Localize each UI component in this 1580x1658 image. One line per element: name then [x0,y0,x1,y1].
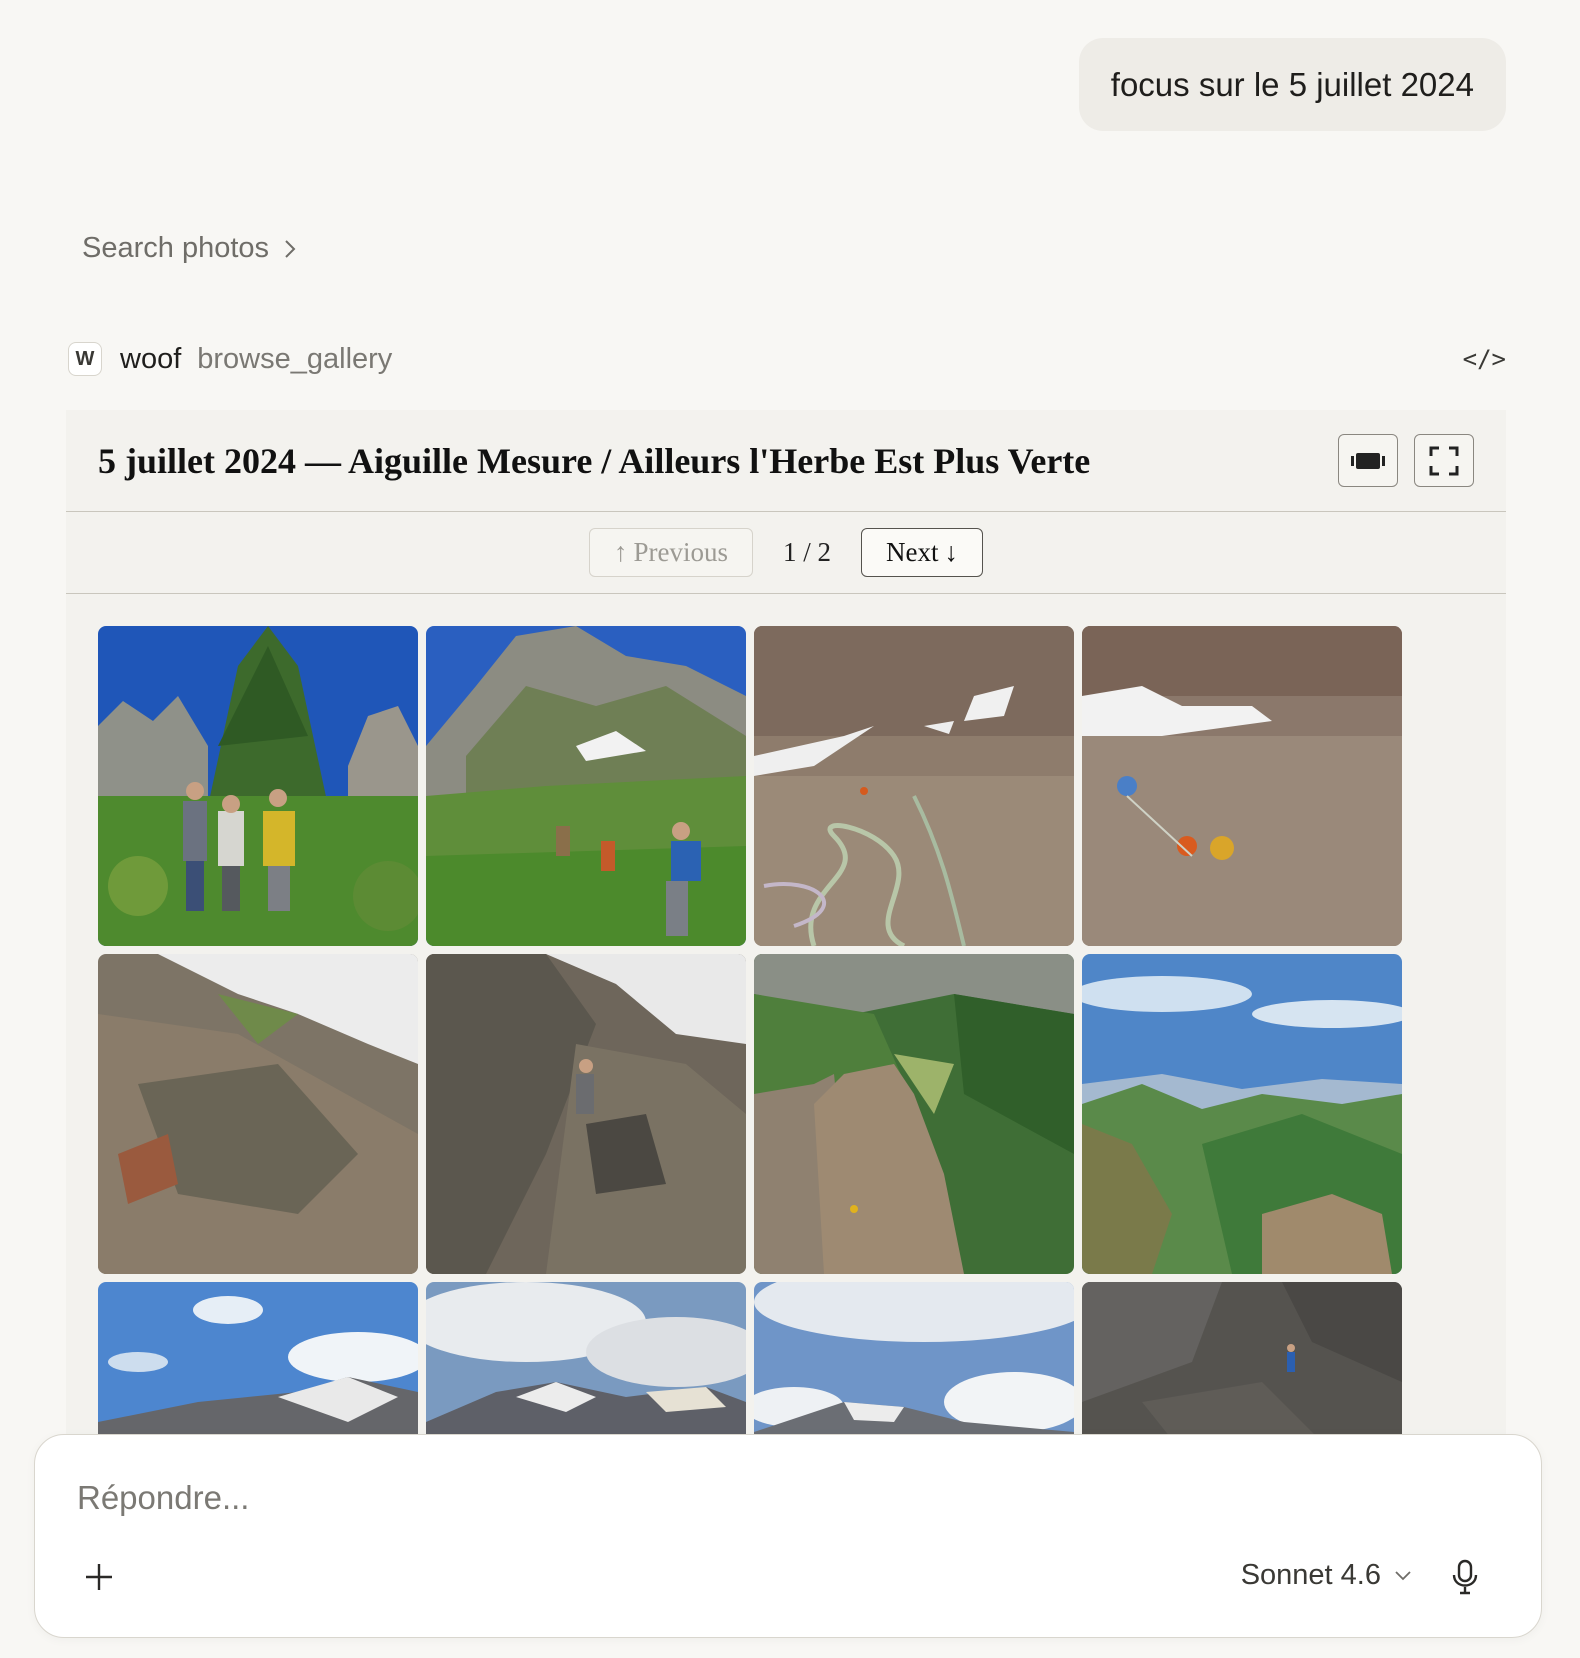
previous-label: Previous [633,537,729,567]
photo-peaks-clouds-2[interactable] [426,1282,746,1434]
photo-grid [98,626,1402,1434]
arrow-up-icon: ↑ [614,537,628,567]
model-label: Sonnet 4.6 [1240,1559,1381,1591]
photo-rocky-ridge-snow[interactable] [98,954,418,1274]
photo-rock-wall-climber[interactable] [1082,1282,1402,1434]
tool-app-name: woof [120,342,182,375]
search-photos-link[interactable]: Search photos [82,232,297,265]
gallery-pager: ↑ Previous 1 / 2 Next ↓ [66,512,1506,594]
reply-input[interactable] [77,1479,1177,1517]
gallery-title: 5 juillet 2024 — Aiguille Mesure / Aille… [98,440,1091,481]
chevron-right-icon [285,239,296,258]
photo-rock-rope[interactable] [754,626,1074,946]
tool-function-name: browse_gallery [197,342,393,375]
gallery-header: 5 juillet 2024 — Aiguille Mesure / Aille… [66,410,1506,512]
page-count: 1 / 2 [783,537,832,567]
gallery-widget: 5 juillet 2024 — Aiguille Mesure / Aille… [66,410,1506,1434]
slideshow-button[interactable] [1338,434,1398,487]
add-attachment-button[interactable] [79,1557,119,1597]
chevron-down-icon [1395,1570,1411,1580]
photo-climbers-slab[interactable] [1082,626,1402,946]
slideshow-icon [1351,452,1385,469]
code-icon[interactable]: </> [1463,345,1506,373]
app-badge: W [68,342,102,376]
photo-valley-pinnacle[interactable] [754,954,1074,1274]
photo-climber-crag[interactable] [426,954,746,1274]
photo-group-meadow[interactable] [98,626,418,946]
message-composer: Sonnet 4.6 [34,1434,1542,1638]
photo-valley-panorama[interactable] [1082,954,1402,1274]
user-message: focus sur le 5 juillet 2024 [1078,38,1506,131]
arrow-down-icon: ↓ [944,537,959,567]
photo-peaks-clouds-3[interactable] [754,1282,1074,1434]
plus-icon [86,1564,112,1590]
previous-button[interactable]: ↑ Previous [589,528,753,577]
search-photos-label: Search photos [82,232,270,264]
tool-call-row[interactable]: W woof browse_gallery </> [68,340,1506,378]
photo-hikers-slope[interactable] [426,626,746,946]
fullscreen-button[interactable] [1414,434,1474,487]
microphone-icon [1452,1559,1478,1595]
microphone-button[interactable] [1447,1555,1483,1599]
next-button[interactable]: Next ↓ [861,528,983,577]
model-selector[interactable]: Sonnet 4.6 [1241,1559,1411,1592]
photo-peaks-sky-1[interactable] [98,1282,418,1434]
next-label: Next [886,537,939,567]
fullscreen-icon [1429,446,1459,475]
